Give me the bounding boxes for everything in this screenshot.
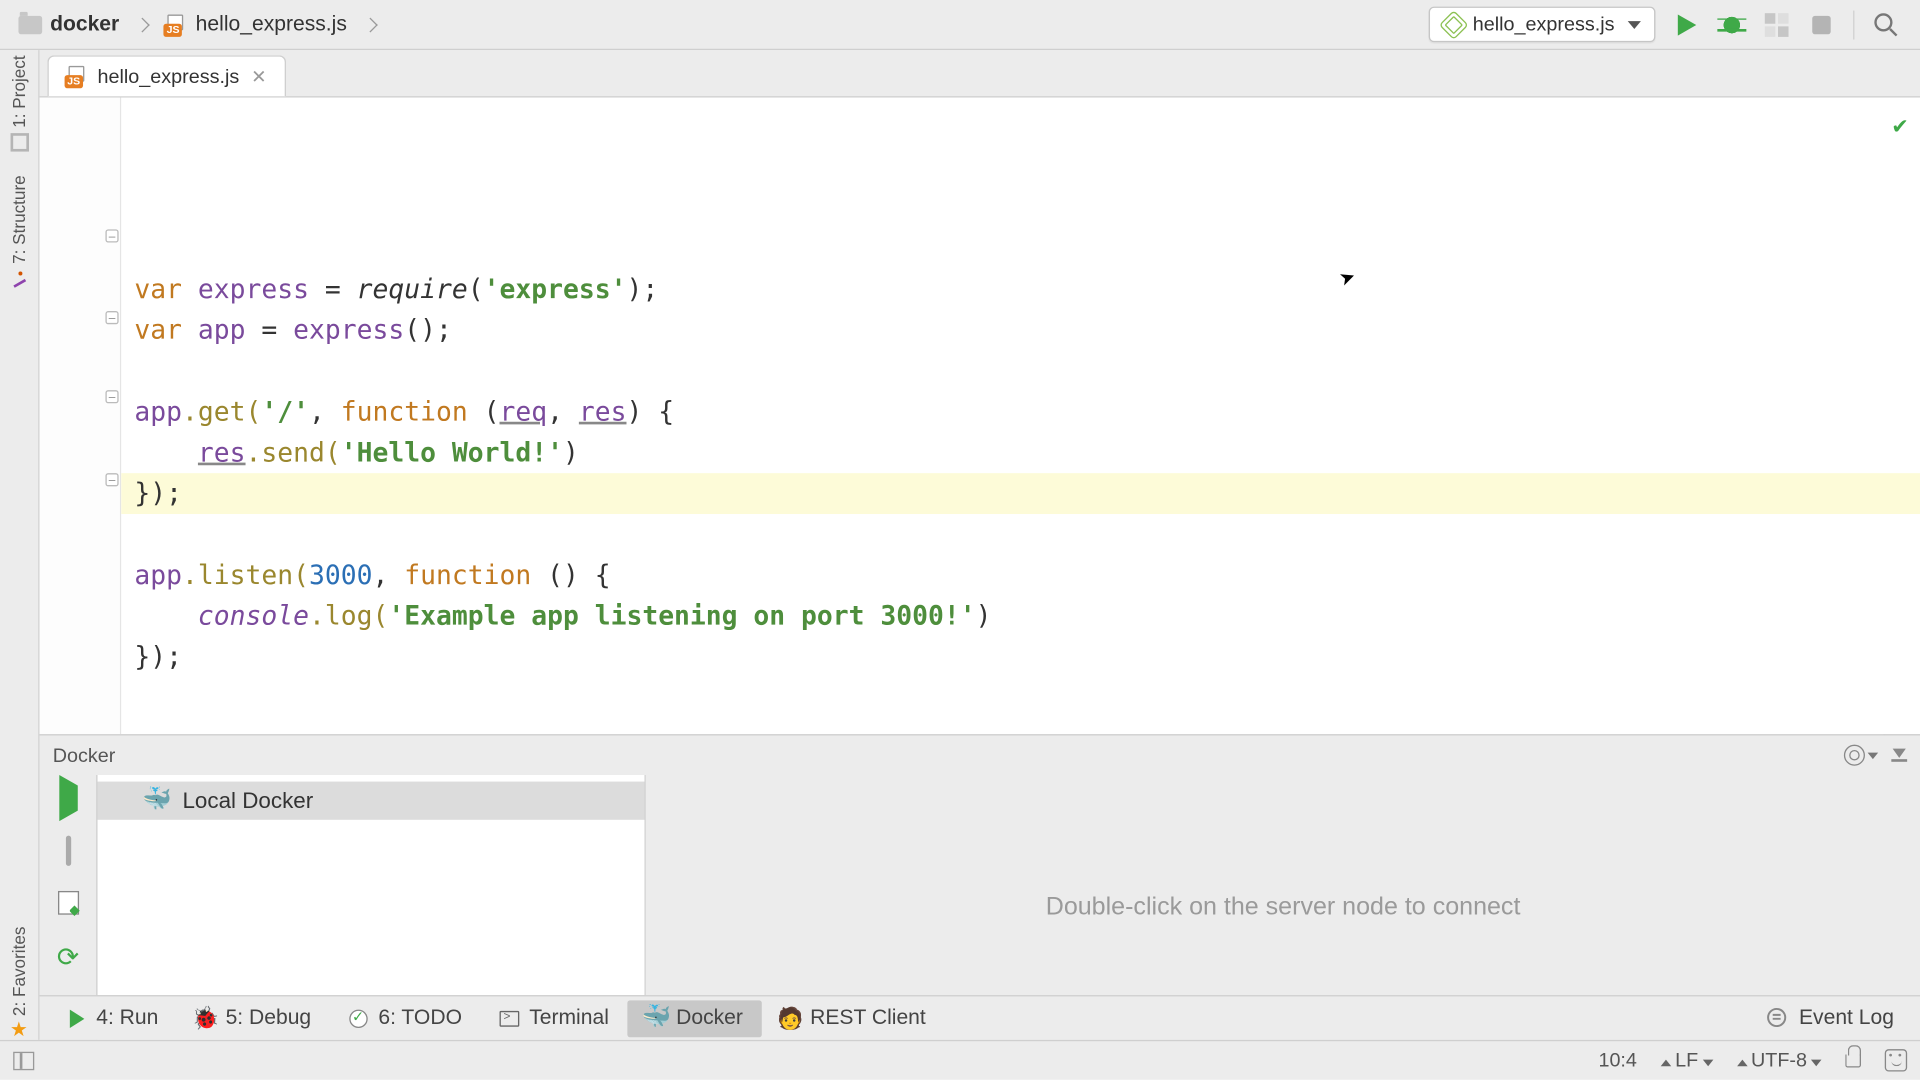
breadcrumb-folder-label: docker (50, 13, 119, 37)
readonly-toggle-icon[interactable] (1845, 1054, 1861, 1067)
run-toolwindow-button[interactable]: 4: Run (47, 1000, 176, 1037)
project-label: 1: Project (9, 55, 29, 127)
docker-server-node[interactable]: 🐳 Local Docker (98, 782, 645, 820)
status-bar: 10:4 LF UTF-8 (0, 1040, 1920, 1080)
debug-button[interactable] (1719, 11, 1745, 37)
structure-label: 7: Structure (9, 175, 29, 264)
fold-toggle-icon[interactable]: – (105, 229, 118, 242)
tab-label: hello_express.js (98, 65, 240, 87)
caret-position[interactable]: 10:4 (1598, 1049, 1636, 1071)
bug-icon (1721, 14, 1742, 35)
js-file-icon: JS (65, 65, 89, 89)
search-everywhere-button[interactable] (1873, 11, 1899, 37)
docker-toolwindow-button[interactable]: 🐳 Docker (627, 1000, 761, 1037)
project-icon (10, 133, 28, 151)
navigation-bar: docker JS hello_express.js hello_express… (0, 0, 1920, 50)
debug-toolwindow-button[interactable]: 🐞 5: Debug (177, 1000, 330, 1037)
encoding-selector[interactable]: UTF-8 (1736, 1049, 1821, 1071)
star-icon: ★ (10, 1021, 28, 1039)
stop-icon (1812, 15, 1830, 33)
toolwindows-quickaccess-icon[interactable] (13, 1051, 34, 1069)
coverage-button[interactable] (1763, 11, 1789, 37)
play-icon (59, 775, 77, 821)
docker-icon: 🐳 (646, 1006, 667, 1027)
docker-label: Docker (676, 1006, 743, 1030)
docker-settings-button[interactable] (1844, 745, 1865, 766)
breadcrumb-file[interactable]: JS hello_express.js (156, 0, 384, 49)
run-button[interactable] (1674, 11, 1700, 37)
docker-tool-window: Docker ⟳ » 🐳 Local Docker Double-clic (40, 734, 1920, 1040)
run-configuration-selector[interactable]: hello_express.js (1429, 7, 1655, 43)
todo-label: 6: TODO (378, 1006, 462, 1030)
tab-close-button[interactable]: ✕ (249, 65, 270, 87)
docker-sync-button[interactable]: ⟳ (57, 941, 79, 974)
left-tool-strip: 1: Project 7: Structure 2: Favorites ★ (0, 50, 40, 1040)
editor-tab-active[interactable]: JS hello_express.js ✕ (47, 55, 286, 96)
inspection-profile-icon[interactable] (1885, 1049, 1907, 1071)
fold-toggle-icon[interactable]: – (105, 390, 118, 403)
eventlog-button[interactable]: Event Log (1748, 1000, 1913, 1037)
restclient-toolwindow-button[interactable]: 🧑 REST Client (761, 1000, 944, 1037)
breadcrumb-folder[interactable]: docker (11, 0, 157, 49)
js-file-icon: JS (164, 13, 188, 37)
code-area[interactable]: ✔ ➤ var express = require('express'); va… (121, 98, 1920, 735)
docker-deploy-button[interactable] (57, 891, 78, 915)
dropdown-caret-icon (1628, 20, 1641, 28)
toolbar-right: hello_express.js (1429, 7, 1909, 43)
bottom-toolwindow-bar: 4: Run 🐞 5: Debug 6: TODO Terminal 🐳 Doc… (40, 995, 1920, 1040)
play-icon (69, 1009, 83, 1027)
main-area: JS hello_express.js ✕ – – – – ✔ ➤ var ex… (40, 50, 1920, 1040)
todo-toolwindow-button[interactable]: 6: TODO (330, 1000, 481, 1037)
code-editor[interactable]: – – – – ✔ ➤ var express = require('expre… (40, 98, 1920, 735)
code-text: var express = require('express'); var ap… (134, 269, 1907, 678)
toolbar-divider (1853, 10, 1854, 39)
eventlog-icon (1766, 1006, 1790, 1030)
search-icon (1873, 11, 1899, 37)
nodejs-icon (1439, 9, 1469, 39)
terminal-icon (500, 1010, 520, 1026)
docker-title: Docker (53, 744, 116, 766)
structure-icon (10, 269, 28, 287)
favorites-toolwindow-button[interactable]: 2: Favorites ★ (9, 927, 29, 1040)
folder-icon (18, 15, 42, 33)
editor-gutter[interactable]: – – – – (40, 98, 122, 735)
fold-toggle-icon[interactable]: – (105, 473, 118, 486)
debug-label: 5: Debug (226, 1006, 312, 1030)
docker-server-label: Local Docker (182, 788, 313, 814)
docker-stop-button (65, 838, 70, 864)
inspections-ok-icon[interactable]: ✔ (1893, 105, 1907, 146)
line-separator-selector[interactable]: LF (1661, 1049, 1713, 1071)
run-label: 4: Run (96, 1006, 158, 1030)
stop-button (1808, 11, 1834, 37)
favorites-label: 2: Favorites (9, 927, 29, 1017)
fold-toggle-icon[interactable]: – (105, 311, 118, 324)
terminal-toolwindow-button[interactable]: Terminal (480, 1000, 627, 1037)
eventlog-label: Event Log (1799, 1006, 1894, 1030)
docker-icon: 🐳 (142, 786, 172, 814)
bug-icon: 🐞 (195, 1008, 216, 1029)
docker-hint-text: Double-click on the server node to conne… (1046, 893, 1521, 922)
rest-label: REST Client (810, 1006, 926, 1030)
project-toolwindow-button[interactable]: 1: Project (9, 55, 29, 151)
editor-tabs: JS hello_express.js ✕ (40, 50, 1920, 97)
docker-connect-button[interactable] (59, 786, 77, 812)
todo-icon (349, 1009, 367, 1027)
play-icon (1678, 14, 1696, 35)
rest-client-icon: 🧑 (780, 1008, 801, 1029)
terminal-label: Terminal (529, 1006, 609, 1030)
structure-toolwindow-button[interactable]: 7: Structure (9, 175, 29, 287)
run-config-label: hello_express.js (1473, 13, 1615, 35)
breadcrumb-file-label: hello_express.js (196, 13, 347, 37)
stop-icon (65, 836, 70, 866)
coverage-icon (1765, 13, 1789, 37)
